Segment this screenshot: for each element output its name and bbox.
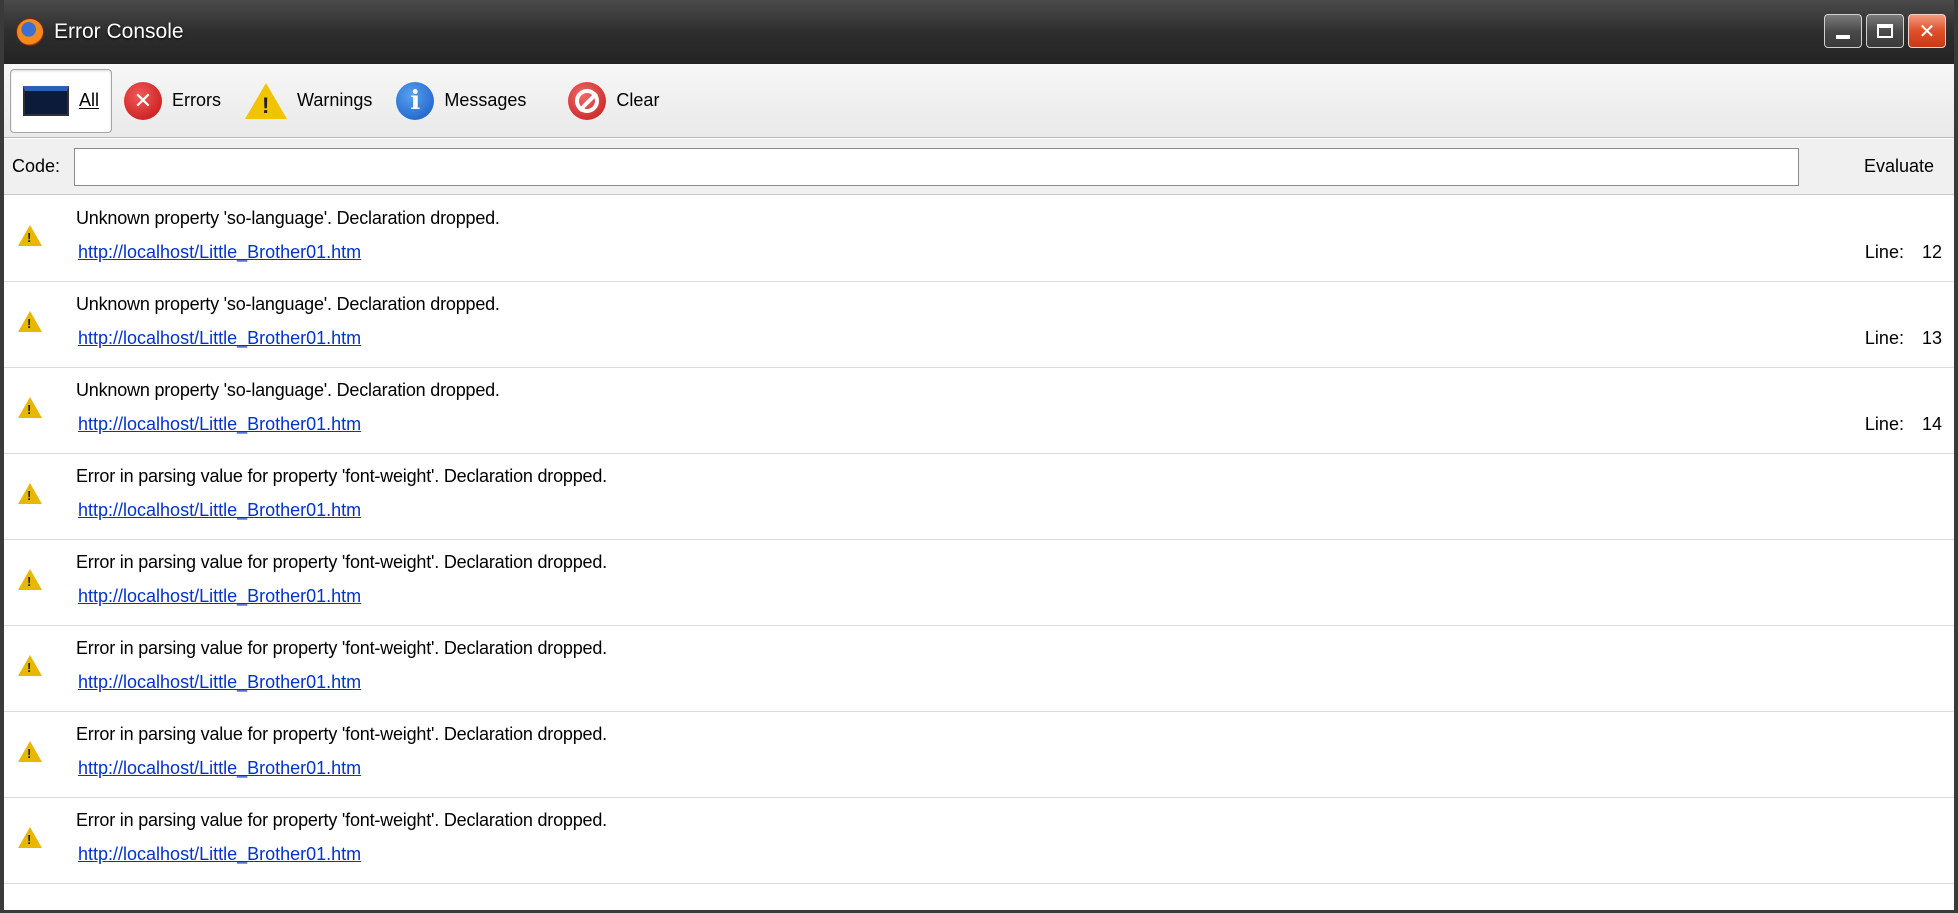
warning-glyph: ! [27,402,32,417]
close-button[interactable]: ✕ [1908,14,1946,48]
message-row[interactable]: ! Error in parsing value for property 'fo… [4,626,1954,712]
message-list: ! Unknown property 'so-language'. Declara… [4,196,1954,884]
message-text: Unknown property 'so-language'. Declarat… [76,208,500,228]
warning-icon: ! [245,82,288,119]
firefox-icon [16,18,44,46]
toolbar: All ✕ Errors ! Warnings i Messages Clear [4,64,1954,138]
filter-messages-label: Messages [444,90,527,110]
source-link[interactable]: http://localhost/Little_Brother01.htm [78,328,361,349]
message-text: Error in parsing value for property 'fon… [76,724,607,744]
source-link[interactable]: http://localhost/Little_Brother01.htm [78,758,361,779]
message-text: Unknown property 'so-language'. Declarat… [76,294,500,314]
source-link[interactable]: http://localhost/Little_Brother01.htm [78,672,361,693]
maximize-icon [1877,24,1893,38]
minimize-button[interactable] [1824,14,1862,48]
warning-icon: ! [18,483,42,504]
warning-glyph: ! [27,230,32,245]
message-text: Error in parsing value for property 'fon… [76,810,607,830]
warning-glyph: ! [262,92,270,118]
warning-glyph: ! [27,488,32,503]
message-row[interactable]: ! Error in parsing value for property 'fo… [4,540,1954,626]
message-text: Error in parsing value for property 'fon… [76,466,607,486]
warning-icon: ! [18,311,42,332]
console-icon [23,85,69,116]
line-value: 12 [1921,242,1942,262]
warning-glyph: ! [27,832,32,847]
code-bar: Code: Evaluate [4,139,1954,195]
line-label: Line: [1864,242,1904,262]
message-row[interactable]: ! Unknown property 'so-language'. Declara… [4,368,1954,454]
message-text: Unknown property 'so-language'. Declarat… [76,380,500,400]
message-text: Error in parsing value for property 'fon… [76,638,607,658]
warning-icon: ! [18,827,42,848]
close-icon: ✕ [1918,20,1936,43]
error-icon: ✕ [124,81,163,120]
clear-label: Clear [616,90,660,110]
filter-errors-label: Errors [172,90,222,110]
line-number: Line: 14 [1865,414,1942,435]
warning-icon: ! [18,569,42,590]
clear-icon [568,81,607,120]
source-link[interactable]: http://localhost/Little_Brother01.htm [78,414,361,435]
message-text: Error in parsing value for property 'fon… [76,552,607,572]
warning-glyph: ! [27,316,32,331]
filter-all-button[interactable]: All [10,68,113,133]
code-input[interactable] [74,147,1799,186]
line-number: Line: 13 [1865,328,1942,349]
info-icon: i [396,81,435,120]
message-row[interactable]: ! Unknown property 'so-language'. Declara… [4,282,1954,368]
line-number: Line: 12 [1865,242,1942,263]
error-glyph: ✕ [133,87,153,113]
source-link[interactable]: http://localhost/Little_Brother01.htm [78,844,361,865]
message-row[interactable]: ! Unknown property 'so-language'. Declara… [4,196,1954,282]
warning-glyph: ! [27,746,32,761]
source-link[interactable]: http://localhost/Little_Brother01.htm [78,500,361,521]
title-bar[interactable]: Error Console ✕ [4,0,1954,64]
filter-all-label: All [79,90,100,110]
message-row[interactable]: ! Error in parsing value for property 'fo… [4,798,1954,884]
maximize-button[interactable] [1866,14,1904,48]
message-row[interactable]: ! Error in parsing value for property 'fo… [4,712,1954,798]
source-link[interactable]: http://localhost/Little_Brother01.htm [78,586,361,607]
window-title: Error Console [54,20,184,43]
warning-glyph: ! [27,574,32,589]
warning-glyph: ! [27,660,32,675]
filter-warnings-label: Warnings [297,90,373,110]
warning-icon: ! [18,397,42,418]
line-value: 13 [1921,328,1942,348]
info-glyph: i [410,85,421,116]
error-console-window: Error Console ✕ All ✕ Errors ! Warnings … [0,0,1958,913]
evaluate-button[interactable]: Evaluate [1864,156,1934,177]
window-controls: ✕ [1824,14,1946,48]
code-label: Code: [12,156,61,176]
line-value: 14 [1921,414,1942,434]
line-label: Line: [1864,414,1904,434]
minimize-icon [1836,35,1850,39]
warning-icon: ! [18,655,42,676]
message-row[interactable]: ! Error in parsing value for property 'fo… [4,454,1954,540]
filter-errors-button[interactable]: ✕ Errors [112,69,233,133]
filter-warnings-button[interactable]: ! Warnings [233,69,384,133]
line-label: Line: [1864,328,1904,348]
filter-messages-button[interactable]: i Messages [384,69,538,133]
clear-button[interactable]: Clear [556,69,671,133]
warning-icon: ! [18,225,42,246]
source-link[interactable]: http://localhost/Little_Brother01.htm [78,242,361,263]
warning-icon: ! [18,741,42,762]
